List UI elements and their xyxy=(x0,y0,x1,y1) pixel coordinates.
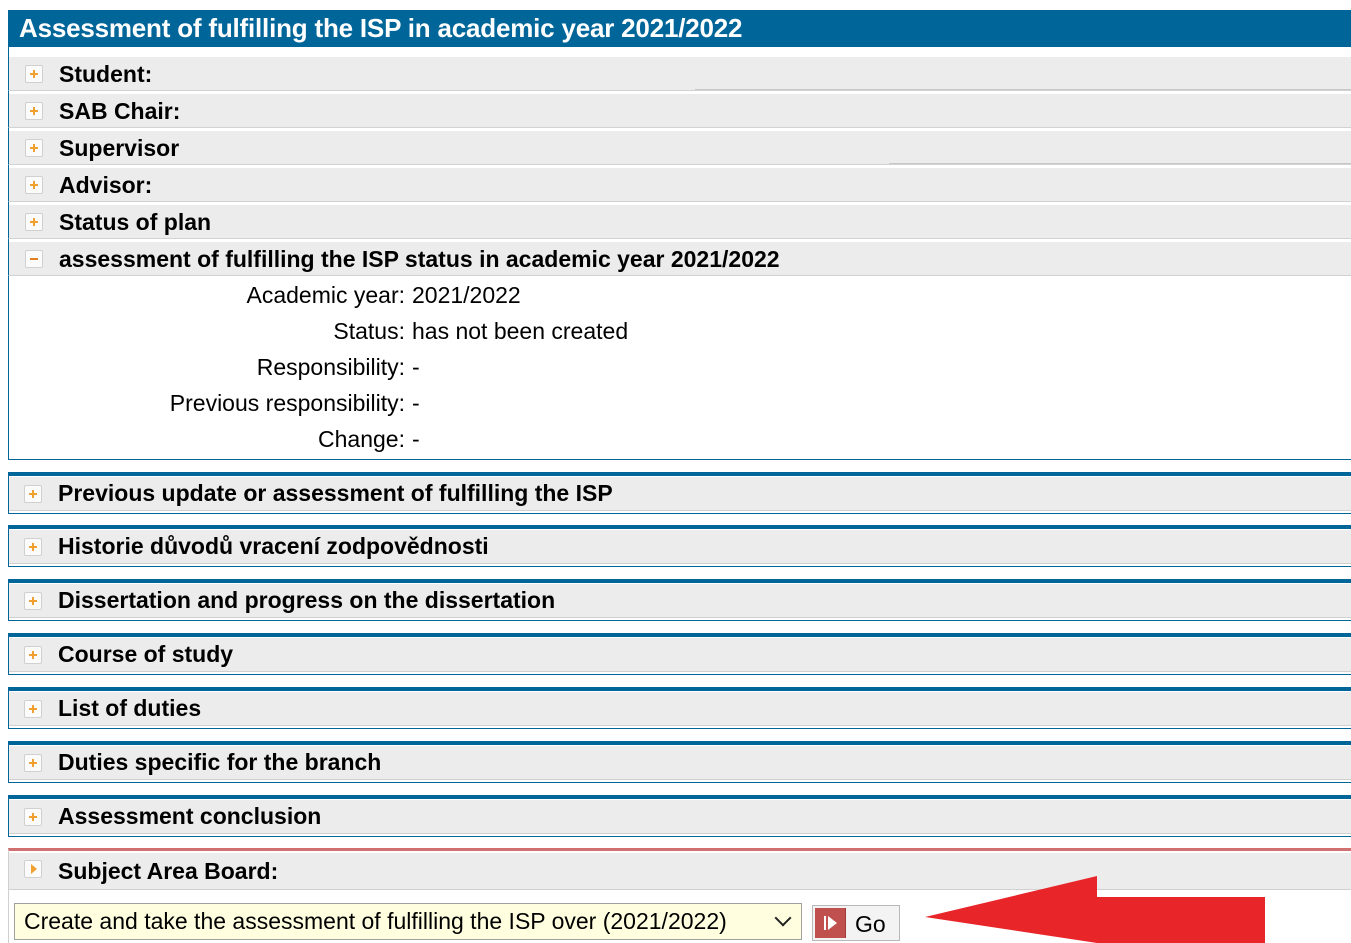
field-value-academic-year: 2021/2022 xyxy=(412,282,521,308)
section-assessment-status[interactable]: assessment of fulfilling the ISP status … xyxy=(8,242,1351,276)
plus-icon[interactable] xyxy=(25,176,43,194)
panel-label-list-of-duties: List of duties xyxy=(58,695,202,721)
section-supervisor[interactable]: Supervisor xyxy=(8,131,1351,165)
plus-icon[interactable] xyxy=(24,646,42,664)
panel-label-subject-area-board: Subject Area Board: xyxy=(58,858,279,884)
panel-label-assessment-conclusion: Assessment conclusion xyxy=(58,803,322,829)
panel-label-duties-specific: Duties specific for the branch xyxy=(58,749,382,775)
field-label-change: Change: xyxy=(318,426,405,452)
panel-label-dissertation: Dissertation and progress on the dissert… xyxy=(58,587,556,613)
section-label-status-of-plan: Status of plan xyxy=(59,209,212,235)
panel-previous-update[interactable]: Previous update or assessment of fulfill… xyxy=(8,472,1351,514)
panel-label-historie: Historie důvodů vracení zodpovědnosti xyxy=(58,533,489,559)
field-value-status: has not been created xyxy=(412,318,629,344)
section-status-of-plan[interactable]: Status of plan xyxy=(8,205,1351,239)
panel-course-of-study[interactable]: Course of study xyxy=(8,633,1351,675)
section-label-sab-chair: SAB Chair: xyxy=(59,98,181,124)
action-select-value: Create and take the assessment of fulfil… xyxy=(24,908,727,934)
plus-icon[interactable] xyxy=(25,213,43,231)
panel-label-previous-update: Previous update or assessment of fulfill… xyxy=(58,480,613,506)
section-sab-chair[interactable]: SAB Chair: xyxy=(8,94,1351,128)
field-value-previous-responsibility: - xyxy=(412,390,420,416)
panel-label-course-of-study: Course of study xyxy=(58,641,234,667)
arrow-right-icon[interactable] xyxy=(24,860,42,878)
plus-icon[interactable] xyxy=(25,102,43,120)
field-value-change: - xyxy=(412,426,420,452)
plus-icon[interactable] xyxy=(25,65,43,83)
go-button[interactable]: Go xyxy=(812,905,900,941)
chevron-down-icon[interactable] xyxy=(774,909,792,927)
section-label-assessment-status: assessment of fulfilling the ISP status … xyxy=(59,246,780,272)
go-button-label: Go xyxy=(855,911,886,937)
plus-icon[interactable] xyxy=(24,592,42,610)
plus-icon[interactable] xyxy=(24,808,42,826)
action-select[interactable]: Create and take the assessment of fulfil… xyxy=(14,903,802,940)
red-arrow-icon xyxy=(925,876,1265,943)
section-label-advisor: Advisor: xyxy=(59,172,153,198)
panel-duties-specific[interactable]: Duties specific for the branch xyxy=(8,741,1351,783)
page-title: Assessment of fulfilling the ISP in acad… xyxy=(8,10,1351,47)
plus-icon[interactable] xyxy=(25,139,43,157)
section-advisor[interactable]: Advisor: xyxy=(8,168,1351,202)
minus-icon[interactable] xyxy=(25,250,43,268)
plus-icon[interactable] xyxy=(24,538,42,556)
plus-icon[interactable] xyxy=(24,700,42,718)
section-student[interactable]: Student: xyxy=(8,57,1351,91)
field-label-academic-year: Academic year: xyxy=(246,282,405,308)
field-label-previous-responsibility: Previous responsibility: xyxy=(169,390,405,416)
field-label-status: Status: xyxy=(333,318,405,344)
panel-historie[interactable]: Historie důvodů vracení zodpovědnosti xyxy=(8,525,1351,567)
plus-icon[interactable] xyxy=(24,485,42,503)
field-value-responsibility: - xyxy=(412,354,420,380)
plus-icon[interactable] xyxy=(24,754,42,772)
section-label-supervisor: Supervisor xyxy=(59,135,180,161)
panel-list-of-duties[interactable]: List of duties xyxy=(8,687,1351,729)
panel-assessment-conclusion[interactable]: Assessment conclusion xyxy=(8,795,1351,837)
field-label-responsibility: Responsibility: xyxy=(256,354,405,380)
play-icon xyxy=(815,908,846,938)
panel-dissertation[interactable]: Dissertation and progress on the dissert… xyxy=(8,579,1351,621)
section-label-student: Student: xyxy=(59,61,153,87)
